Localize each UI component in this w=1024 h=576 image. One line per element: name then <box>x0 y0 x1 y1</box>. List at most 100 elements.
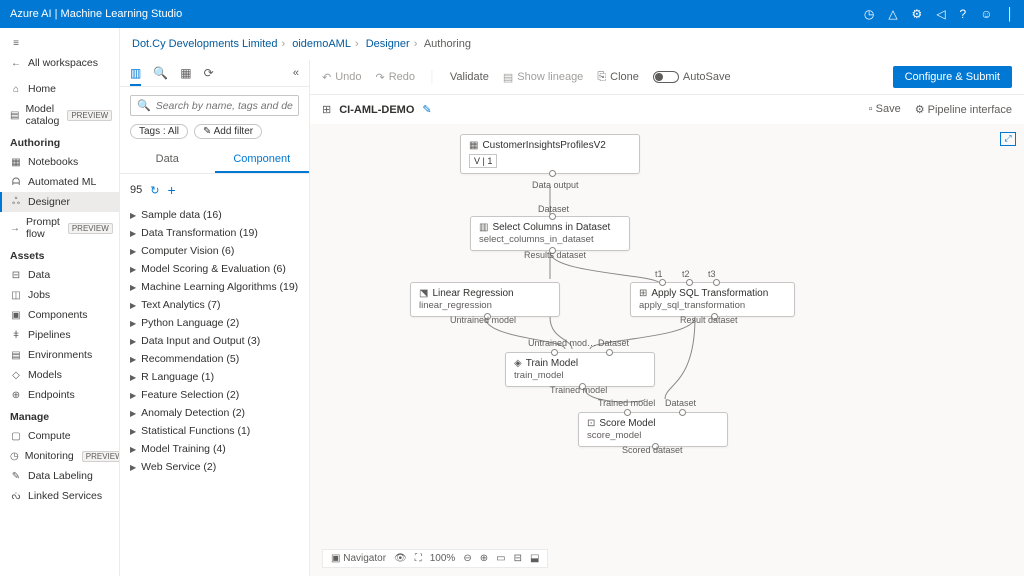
submit-button[interactable]: Configure & Submit <box>893 66 1012 88</box>
tab-component[interactable]: Component <box>215 147 310 173</box>
search-input[interactable] <box>156 100 293 112</box>
tree-item[interactable]: ▶Python Language (2) <box>130 314 299 332</box>
sidebar-item-jobs[interactable]: ◫Jobs <box>0 285 119 305</box>
zoom-level: 100% <box>430 553 456 564</box>
megaphone-icon[interactable]: ◁ <box>936 7 945 21</box>
tree-item[interactable]: ▶Model Scoring & Evaluation (6) <box>130 260 299 278</box>
node-select-columns[interactable]: ▥Select Columns in Dataset select_column… <box>470 216 630 251</box>
save-button[interactable]: ▫ Save <box>869 103 901 116</box>
bell-icon[interactable]: △ <box>888 7 897 21</box>
gear-icon[interactable]: ⚙ <box>912 7 923 21</box>
node-linear-regression[interactable]: ⬔Linear Regression linear_regression <box>410 282 560 317</box>
undo-button[interactable]: ↶ Undo <box>322 71 362 84</box>
score-icon: ⊡ <box>587 418 595 429</box>
tree-item[interactable]: ▶Machine Learning Algorithms (19) <box>130 278 299 296</box>
pipeline-header: ⊞ CI-AML-DEMO ✎ ▫ Save ⚙ Pipeline interf… <box>310 95 1024 124</box>
tab-data[interactable]: Data <box>120 147 215 173</box>
redo-button[interactable]: ↷ Redo <box>376 71 416 84</box>
pipeline-interface-button[interactable]: ⚙ Pipeline interface <box>915 103 1012 116</box>
regression-icon: ⬔ <box>419 288 428 299</box>
node-score-model[interactable]: ⊡Score Model score_model <box>578 412 728 447</box>
sidebar-item-environments[interactable]: ▤Environments <box>0 345 119 365</box>
sidebar-item-notebooks[interactable]: ▦Notebooks <box>0 152 119 172</box>
tree-item[interactable]: ▶Data Input and Output (3) <box>130 332 299 350</box>
add-filter-button[interactable]: ✎ Add filter <box>194 124 262 139</box>
navigator-button[interactable]: ▣ Navigator <box>331 553 386 564</box>
tree-item[interactable]: ▶Feature Selection (2) <box>130 386 299 404</box>
tree-item[interactable]: ▶Anomaly Detection (2) <box>130 404 299 422</box>
node-customerinsights[interactable]: ▦CustomerInsightsProfilesV2 V | 1 <box>460 134 640 174</box>
collapse-panel-icon[interactable]: « <box>293 67 299 79</box>
grid-icon[interactable]: ▦ <box>180 66 191 80</box>
section-assets: Assets <box>0 244 119 265</box>
library-icon[interactable]: ▥ <box>130 66 141 86</box>
tree-item[interactable]: ▶Recommendation (5) <box>130 350 299 368</box>
tree-item[interactable]: ▶Data Transformation (19) <box>130 224 299 242</box>
sidebar-item-monitoring[interactable]: ◷MonitoringPREVIEW <box>0 446 119 466</box>
canvas[interactable]: ⤢ ▦CustomerInsightsProfilesV2 V | 1 <box>310 124 1024 576</box>
fit-icon[interactable]: ⛶ <box>415 553 422 564</box>
catalog-icon: ▤ <box>10 110 19 121</box>
crumb-org[interactable]: Dot.Cy Developments Limited <box>132 38 278 50</box>
sidebar-item-pipelines[interactable]: ǂPipelines <box>0 325 119 345</box>
refresh-icon[interactable]: ⟳ <box>204 66 214 80</box>
refresh-count-icon[interactable]: ↻ <box>150 184 159 197</box>
sidebar-item-models[interactable]: ◇Models <box>0 365 119 385</box>
sidebar-item-labeling[interactable]: ✎Data Labeling <box>0 466 119 486</box>
tree-item[interactable]: ▶Computer Vision (6) <box>130 242 299 260</box>
sidebar-item-compute[interactable]: ▢Compute <box>0 426 119 446</box>
hamburger-icon[interactable]: ≡ <box>0 34 119 53</box>
notebook-icon: ▦ <box>10 157 22 168</box>
node-train-model[interactable]: ◈Train Model train_model <box>505 352 655 387</box>
sidebar-item-promptflow[interactable]: →Prompt flowPREVIEW <box>0 212 119 244</box>
zoom-out-icon[interactable]: ⊖ <box>463 553 471 564</box>
tree-item[interactable]: ▶Model Training (4) <box>130 440 299 458</box>
search-input-wrapper[interactable]: 🔍 <box>130 95 299 116</box>
sidebar-item-automl[interactable]: ᗩAutomated ML <box>0 172 119 192</box>
sidebar-item-designer[interactable]: ஃDesigner <box>0 192 119 212</box>
clone-button[interactable]: ⎘ Clone <box>597 71 639 84</box>
sidebar-item-data[interactable]: ⊟Data <box>0 265 119 285</box>
tree-item[interactable]: ▶Web Service (2) <box>130 458 299 476</box>
face-icon[interactable]: ☺ <box>980 7 992 21</box>
endpoints-icon: ⊕ <box>10 390 22 401</box>
tree-item[interactable]: ▶Text Analytics (7) <box>130 296 299 314</box>
sidebar-item-components[interactable]: ▣Components <box>0 305 119 325</box>
download-icon[interactable]: ⬓ <box>530 553 539 564</box>
layout-icon[interactable]: ⊟ <box>514 553 522 564</box>
tree-item[interactable]: ▶R Language (1) <box>130 368 299 386</box>
tree-item[interactable]: ▶Statistical Functions (1) <box>130 422 299 440</box>
validate-button[interactable]: Validate <box>450 71 489 83</box>
crumb-ws[interactable]: oidemoAML <box>292 38 351 50</box>
sidebar-item-linked[interactable]: ᔔLinked Services <box>0 486 119 506</box>
node-apply-sql[interactable]: ⊞Apply SQL Transformation apply_sql_tran… <box>630 282 795 317</box>
add-component-button[interactable]: + <box>167 182 175 198</box>
search-icon[interactable]: 🔍 <box>153 66 168 80</box>
sidebar-item-home[interactable]: ⌂Home <box>0 79 119 99</box>
crumb-current: Authoring <box>424 38 471 50</box>
link-icon: ᔔ <box>10 491 22 502</box>
sidebar-back[interactable]: ←All workspaces <box>0 53 119 73</box>
chevron-right-icon: ▶ <box>130 211 136 220</box>
clock-icon[interactable]: ◷ <box>864 7 874 21</box>
lineage-button[interactable]: ▤ Show lineage <box>503 71 583 84</box>
autosave-toggle[interactable]: AutoSave <box>653 71 731 83</box>
sidebar-item-model-catalog[interactable]: ▤Model catalogPREVIEW <box>0 99 119 131</box>
expand-icon[interactable]: ⤢ <box>1000 132 1016 146</box>
select-icon[interactable]: ▭ <box>496 553 505 564</box>
chevron-right-icon: ▶ <box>130 301 136 310</box>
zoom-in-icon[interactable]: ⊕ <box>480 553 488 564</box>
env-icon: ▤ <box>10 350 22 361</box>
tags-filter[interactable]: Tags : All <box>130 124 188 139</box>
sidebar-item-endpoints[interactable]: ⊕Endpoints <box>0 385 119 405</box>
tree-item[interactable]: ▶Sample data (16) <box>130 206 299 224</box>
chevron-right-icon: ▶ <box>130 283 136 292</box>
wires <box>310 124 1024 576</box>
edit-name-icon[interactable]: ✎ <box>422 103 431 116</box>
bottom-toolbar: ▣ Navigator 👁 ⛶ 100% ⊖ ⊕ ▭ ⊟ ⬓ <box>322 549 548 568</box>
eye-icon[interactable]: 👁 <box>394 553 407 564</box>
chevron-right-icon: ▶ <box>130 337 136 346</box>
designer-icon: ஃ <box>10 196 22 208</box>
help-icon[interactable]: ? <box>960 7 967 21</box>
crumb-designer[interactable]: Designer <box>366 38 410 50</box>
